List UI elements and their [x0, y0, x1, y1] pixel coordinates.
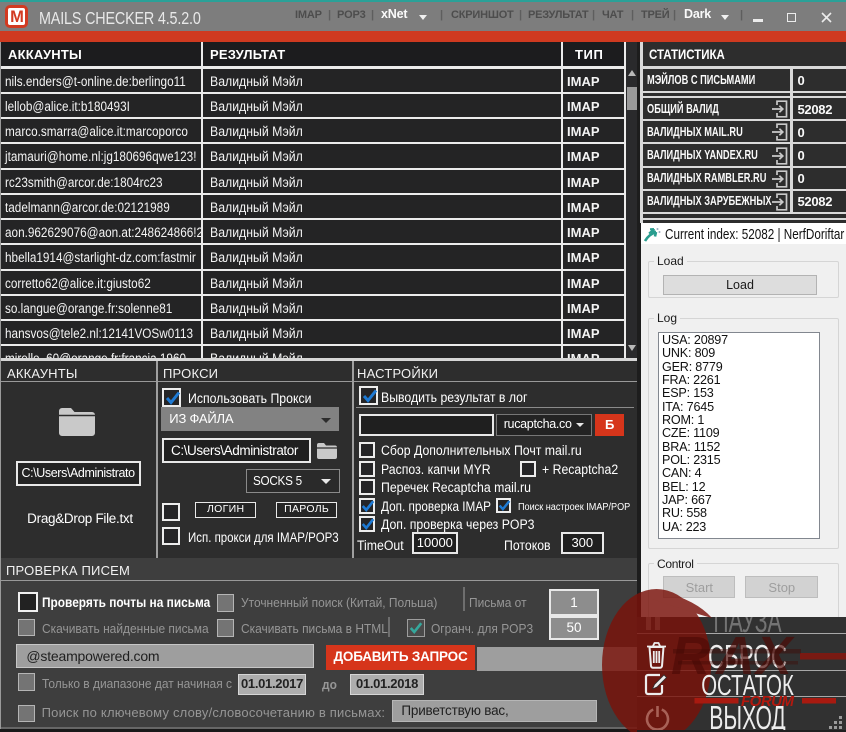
svg-text:X: X [753, 626, 795, 686]
svg-text:R: R [671, 626, 710, 686]
svg-text:A: A [714, 626, 755, 686]
svg-text:FORUM: FORUM [741, 693, 796, 710]
